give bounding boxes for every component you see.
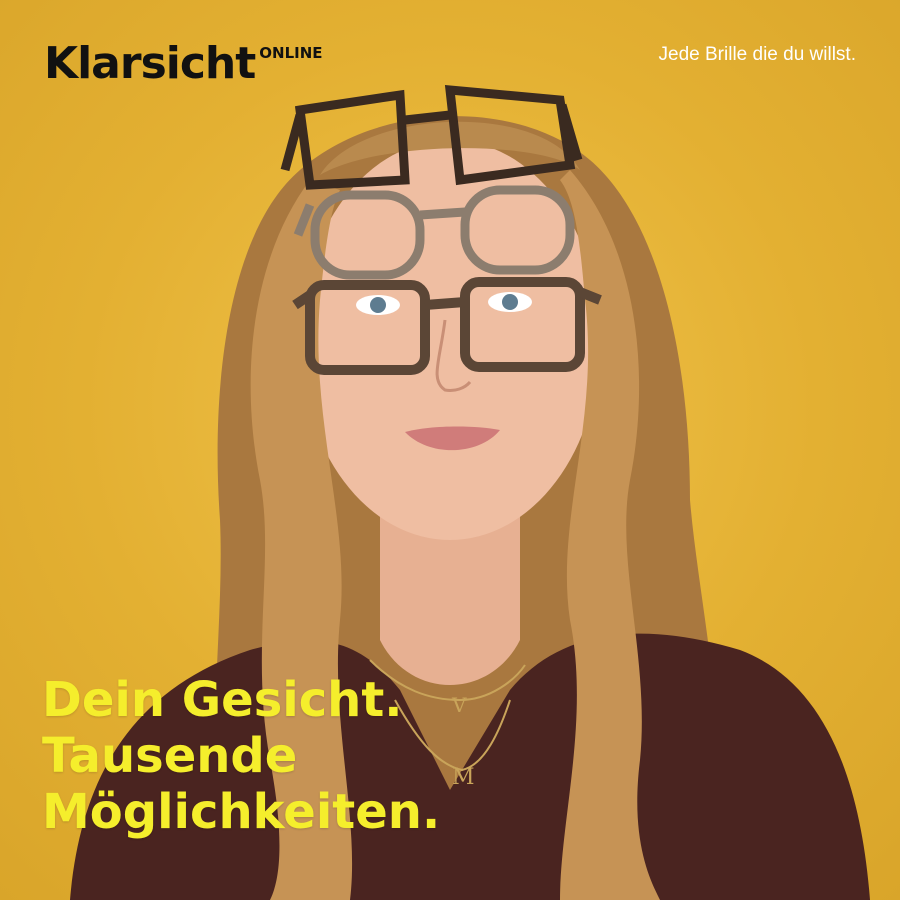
brand-logo[interactable]: Klarsicht ONLINE (44, 38, 323, 90)
iris-left (370, 297, 386, 313)
headline-line-1: Dein Gesicht. (42, 672, 403, 728)
ad-canvas: V M Klarsicht ONLINE Jede Brille die du … (0, 0, 900, 900)
headline-line-3: Möglichkeiten. (42, 784, 441, 840)
headline: Dein Gesicht. Tausende Möglichkeiten. (42, 672, 440, 840)
headline-line-2: Tausende (42, 728, 298, 784)
pendant-m: M (452, 765, 475, 790)
tagline: Jede Brille die du willst. (658, 44, 856, 65)
brand-name: Klarsicht (44, 38, 256, 89)
iris-right (502, 294, 518, 310)
pendant-v: V (451, 693, 467, 717)
brand-suffix: ONLINE (259, 44, 323, 62)
